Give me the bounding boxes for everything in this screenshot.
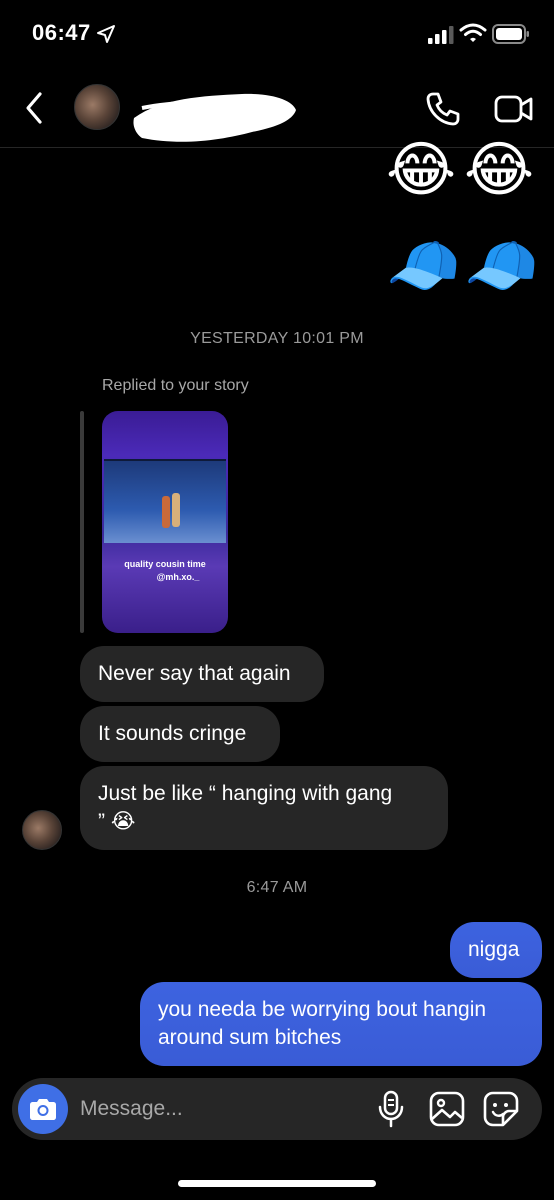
status-bar: 06:47 <box>0 0 554 70</box>
timestamp: YESTERDAY 10:01 PM <box>190 330 364 347</box>
received-message[interactable]: It sounds cringe <box>80 706 280 762</box>
sticker-icon[interactable] <box>482 1090 520 1128</box>
location-arrow-icon <box>97 25 115 43</box>
emoji-message[interactable]: 😂 <box>464 140 534 200</box>
wifi-icon <box>459 23 487 42</box>
back-icon[interactable] <box>20 88 50 128</box>
microphone-icon[interactable] <box>376 1090 406 1128</box>
loudly-crying-emoji: 😭 <box>110 810 136 833</box>
story-caption: quality cousin time <box>124 559 206 569</box>
message-text: ” <box>98 810 105 833</box>
message-text: nigga <box>468 938 520 961</box>
sent-message[interactable]: you needa be worrying bout hangin around… <box>140 982 542 1066</box>
battery-icon <box>492 24 529 44</box>
story-figure <box>162 496 170 528</box>
replied-to-story-label: Replied to your story <box>102 377 249 394</box>
contact-avatar[interactable] <box>74 84 120 130</box>
message-composer <box>12 1078 542 1140</box>
camera-icon <box>30 1099 56 1120</box>
emoji-message[interactable]: 🧢 <box>386 236 461 296</box>
received-message[interactable]: Never say that again <box>80 646 324 702</box>
message-input[interactable] <box>80 1090 360 1128</box>
emoji-message[interactable]: 🧢 <box>464 236 539 296</box>
message-text: Just be like “ hanging with gang <box>98 782 393 805</box>
emoji-message[interactable]: 😂 <box>386 140 456 200</box>
video-icon[interactable] <box>494 92 534 126</box>
sent-message[interactable]: nigga <box>450 922 542 978</box>
story-caption-handle: @mh.xo._ <box>156 572 200 582</box>
story-thumbnail[interactable]: quality cousin time @mh.xo._ <box>102 411 228 633</box>
camera-button[interactable] <box>18 1084 68 1134</box>
message-text: It sounds cringe <box>98 722 247 745</box>
reply-indicator-bar <box>80 411 84 633</box>
timestamp: 6:47 AM <box>246 879 308 896</box>
home-indicator[interactable] <box>178 1180 376 1187</box>
phone-icon[interactable] <box>424 90 462 128</box>
status-time: 06:47 <box>32 20 91 45</box>
message-text: you needa be worrying bout hangin <box>158 998 487 1021</box>
received-message[interactable]: Just be like “ hanging with gang ” 😭 <box>80 766 448 850</box>
message-text: Never say that again <box>98 662 291 685</box>
contact-name-redaction[interactable] <box>132 88 298 150</box>
story-figure <box>172 493 180 527</box>
message-text: around sum bitches <box>158 1026 342 1049</box>
sender-avatar[interactable] <box>22 810 62 850</box>
gallery-icon[interactable] <box>428 1090 466 1128</box>
signal-icon <box>428 26 454 44</box>
